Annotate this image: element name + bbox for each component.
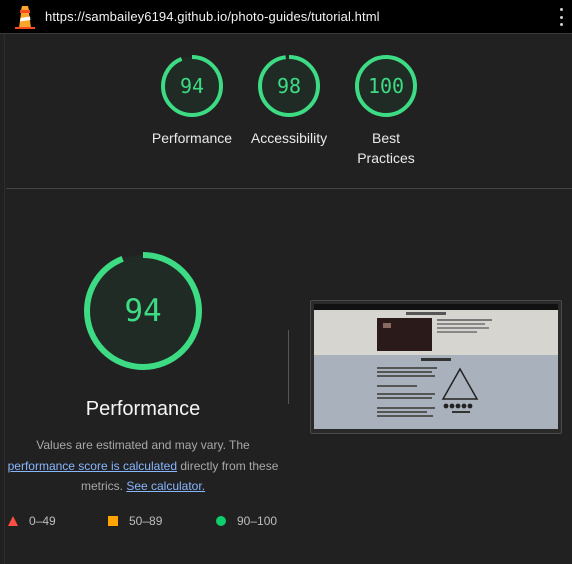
legend-fail: 0–49 xyxy=(8,512,56,530)
legend-pass: 90–100 xyxy=(216,512,277,530)
lighthouse-logo-icon xyxy=(15,6,35,29)
gauge-accessibility[interactable]: 98 xyxy=(257,54,321,118)
see-calculator-link[interactable]: See calculator. xyxy=(126,479,205,493)
performance-title: Performance xyxy=(85,398,201,420)
gauge-best-practices-label: Best Practices xyxy=(331,128,441,168)
legend-pass-range: 90–100 xyxy=(237,514,278,528)
gauge-performance-label: Performance xyxy=(151,130,233,146)
legend-fail-range: 0–49 xyxy=(29,514,56,528)
report-url[interactable]: https://sambailey6194.github.io/photo-gu… xyxy=(45,9,380,24)
performance-gauge-large: 94 xyxy=(83,251,203,371)
final-screenshot-thumbnail[interactable] xyxy=(310,300,562,434)
score-calculated-link[interactable]: performance score is calculated xyxy=(8,459,177,473)
gauge-best-practices-label-text: Best Practices xyxy=(357,130,415,166)
fail-triangle-icon xyxy=(8,516,18,526)
average-square-icon xyxy=(108,516,118,526)
legend-average: 50–89 xyxy=(108,512,162,530)
gauge-performance-score: 94 xyxy=(179,74,205,98)
gauge-best-practices-score: 100 xyxy=(367,74,405,98)
thumbnail-image xyxy=(314,304,558,429)
gauge-performance[interactable]: 94 xyxy=(160,54,224,118)
legend-average-range: 50–89 xyxy=(129,514,163,528)
desc-text-1: Values are estimated and may vary. The xyxy=(36,438,250,452)
more-options-icon[interactable] xyxy=(558,8,564,26)
vertical-separator xyxy=(288,330,289,404)
gauge-best-practices[interactable]: 100 xyxy=(354,54,418,118)
gauge-accessibility-score: 98 xyxy=(276,74,302,98)
pass-circle-icon xyxy=(216,516,226,526)
gauge-accessibility-label: Accessibility xyxy=(250,130,328,146)
section-divider xyxy=(6,188,572,189)
report-header: https://sambailey6194.github.io/photo-gu… xyxy=(0,0,572,34)
performance-description: Values are estimated and may vary. The p… xyxy=(6,435,280,497)
frame-border xyxy=(4,34,5,564)
performance-score-large: 94 xyxy=(124,293,162,329)
